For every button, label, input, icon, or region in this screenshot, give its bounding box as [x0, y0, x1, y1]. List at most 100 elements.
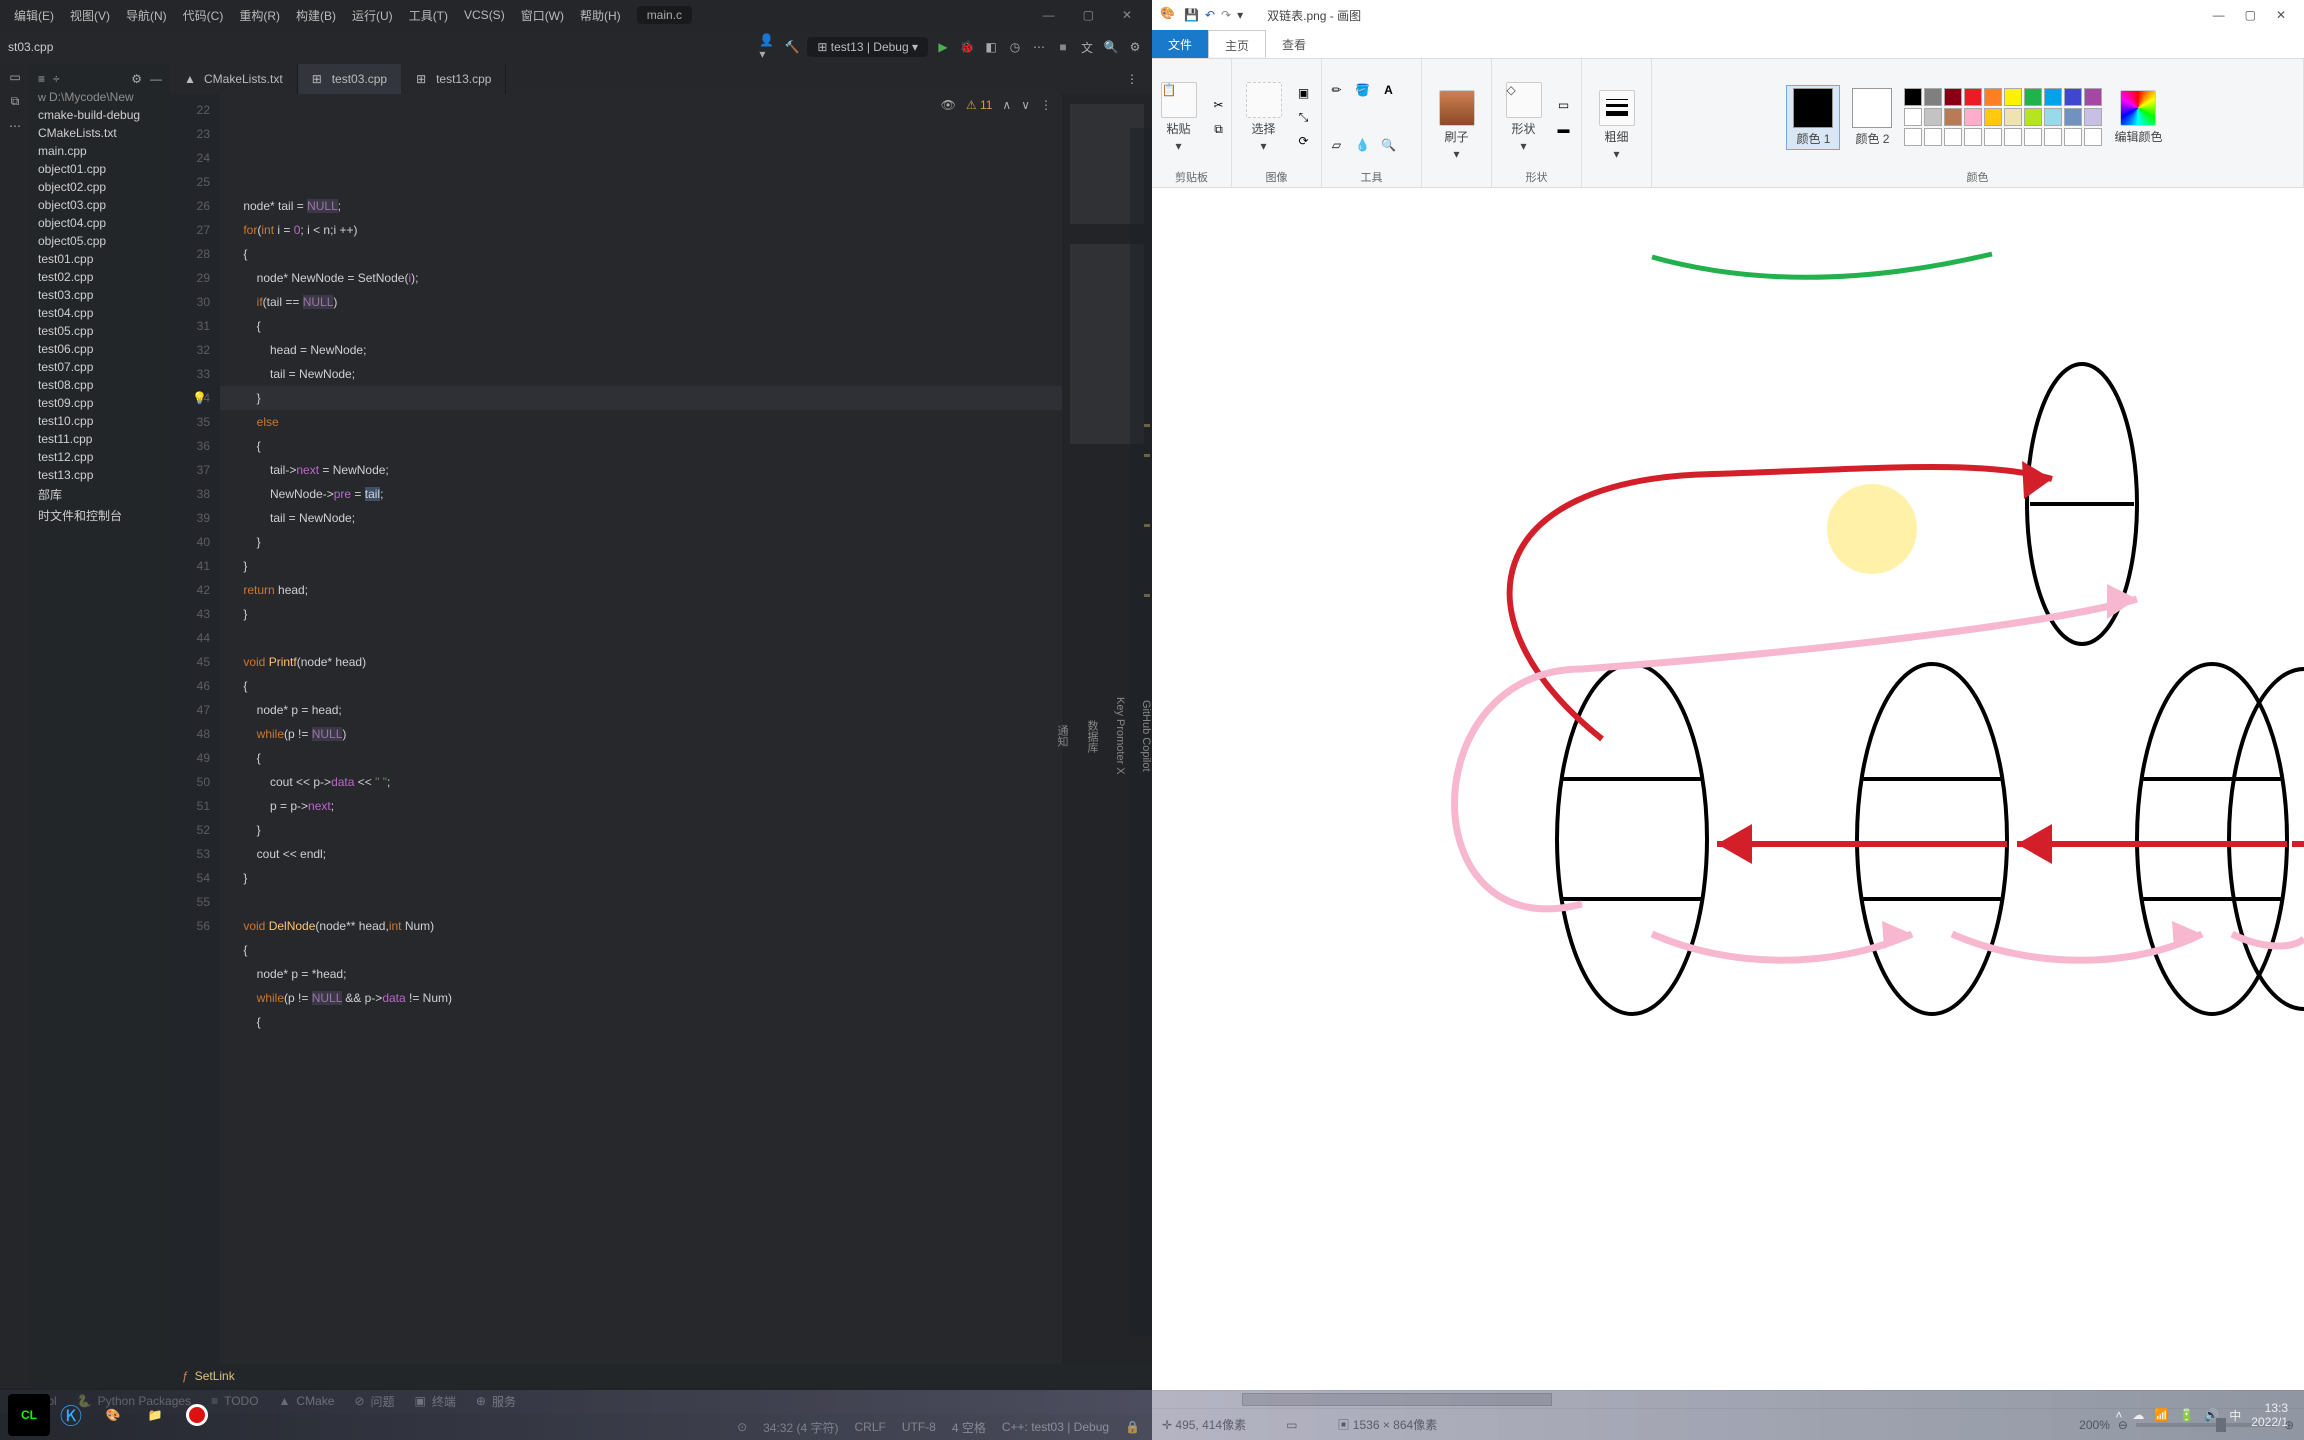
- color-swatch[interactable]: [2084, 108, 2102, 126]
- tree-item[interactable]: test10.cpp: [34, 412, 166, 430]
- color-swatch[interactable]: [2004, 108, 2022, 126]
- color-swatch[interactable]: [1904, 128, 1922, 146]
- tree-item[interactable]: object02.cpp: [34, 178, 166, 196]
- maximize-icon[interactable]: ▢: [1069, 4, 1108, 26]
- tree-item[interactable]: test04.cpp: [34, 304, 166, 322]
- paint-canvas[interactable]: [1152, 188, 2304, 1390]
- color-swatch[interactable]: [2024, 128, 2042, 146]
- more-icon[interactable]: ⋯: [9, 119, 21, 133]
- menu-item[interactable]: 构建(B): [288, 3, 344, 28]
- tree-item[interactable]: test02.cpp: [34, 268, 166, 286]
- tree-item[interactable]: test12.cpp: [34, 448, 166, 466]
- hammer-icon[interactable]: 🔨: [783, 38, 801, 56]
- rotate-icon[interactable]: ⟳: [1294, 131, 1314, 151]
- color-swatch[interactable]: [2064, 88, 2082, 106]
- picker-icon[interactable]: 💧: [1353, 135, 1373, 155]
- bulb-icon[interactable]: 💡: [192, 386, 207, 410]
- resize-icon[interactable]: ⤡: [1294, 107, 1314, 127]
- tree-item[interactable]: test09.cpp: [34, 394, 166, 412]
- close-icon[interactable]: ✕: [2276, 8, 2286, 22]
- color-swatch[interactable]: [1964, 108, 1982, 126]
- wifi-icon[interactable]: 📶: [2154, 1408, 2169, 1422]
- battery-icon[interactable]: 🔋: [2179, 1408, 2194, 1422]
- color-swatch[interactable]: [1984, 128, 2002, 146]
- undo-icon[interactable]: ↶: [1205, 8, 1215, 22]
- run-config-dropdown[interactable]: ⊞ test13 | Debug ▾: [807, 37, 928, 57]
- database-icon[interactable]: 数据库: [1084, 720, 1100, 753]
- qat-dropdown-icon[interactable]: ▾: [1237, 8, 1243, 22]
- tree-item[interactable]: object03.cpp: [34, 196, 166, 214]
- clion-taskbar-icon[interactable]: CL: [8, 1394, 50, 1436]
- select-button[interactable]: 选择▾: [1240, 80, 1288, 155]
- menu-item[interactable]: 运行(U): [344, 3, 401, 28]
- color-swatch[interactable]: [1924, 128, 1942, 146]
- kugou-taskbar-icon[interactable]: Ⓚ: [50, 1394, 92, 1436]
- pencil-icon[interactable]: ✏: [1327, 80, 1347, 100]
- attach-icon[interactable]: ⋯: [1030, 38, 1048, 56]
- color-swatch[interactable]: [1964, 128, 1982, 146]
- up-icon[interactable]: ∧: [1002, 98, 1011, 112]
- tree-item[interactable]: test07.cpp: [34, 358, 166, 376]
- menu-item[interactable]: 导航(N): [118, 3, 175, 28]
- debug-icon[interactable]: 🐞: [958, 38, 976, 56]
- color-swatch[interactable]: [1944, 128, 1962, 146]
- tree-item[interactable]: test03.cpp: [34, 286, 166, 304]
- color-swatch[interactable]: [2084, 128, 2102, 146]
- record-taskbar-icon[interactable]: [176, 1394, 218, 1436]
- copilot-icon[interactable]: GitHub Copilot: [1140, 700, 1152, 772]
- color-swatch[interactable]: [2084, 88, 2102, 106]
- tree-item[interactable]: main.cpp: [34, 142, 166, 160]
- user-icon[interactable]: 👤▾: [759, 38, 777, 56]
- tab-view[interactable]: 查看: [1266, 30, 1322, 58]
- expand-icon[interactable]: ≡: [38, 72, 45, 86]
- tree-item[interactable]: cmake-build-debug: [34, 106, 166, 124]
- more-icon[interactable]: ⋮: [1040, 98, 1052, 112]
- translate-icon[interactable]: 文: [1078, 38, 1096, 56]
- key-promoter-icon[interactable]: Key Promoter X: [1114, 697, 1126, 775]
- tree-item[interactable]: test11.cpp: [34, 430, 166, 448]
- menu-item[interactable]: 工具(T): [401, 3, 456, 28]
- color-swatch[interactable]: [1984, 88, 2002, 106]
- color-swatch[interactable]: [1944, 88, 1962, 106]
- fill-icon[interactable]: 🪣: [1353, 80, 1373, 100]
- color-swatch[interactable]: [2024, 88, 2042, 106]
- breadcrumb[interactable]: ƒ SetLink: [170, 1364, 1152, 1388]
- minimize-icon[interactable]: —: [2213, 8, 2225, 22]
- eraser-icon[interactable]: ▱: [1327, 135, 1347, 155]
- edit-colors-button[interactable]: 编辑颜色: [2108, 88, 2168, 147]
- tree-item[interactable]: test13.cpp: [34, 466, 166, 484]
- tree-item[interactable]: test05.cpp: [34, 322, 166, 340]
- zoom-icon[interactable]: 🔍: [1379, 135, 1399, 155]
- color2-button[interactable]: 颜色 2: [1846, 86, 1898, 149]
- gear-icon[interactable]: ⚙: [1126, 38, 1144, 56]
- volume-icon[interactable]: 🔊: [2204, 1408, 2219, 1422]
- title-combo[interactable]: main.c: [637, 6, 692, 24]
- redo-icon[interactable]: ↷: [1221, 8, 1231, 22]
- tab-overflow-icon[interactable]: ⋮: [1112, 64, 1152, 94]
- save-icon[interactable]: 💾: [1184, 8, 1199, 22]
- stop-icon[interactable]: ■: [1054, 38, 1072, 56]
- thickness-button[interactable]: 粗细▾: [1593, 88, 1641, 163]
- cut-icon[interactable]: ✂: [1209, 95, 1229, 115]
- tree-item[interactable]: test01.cpp: [34, 250, 166, 268]
- color-swatch[interactable]: [2024, 108, 2042, 126]
- tray-up-icon[interactable]: ˄: [2115, 1408, 2122, 1422]
- color-swatch[interactable]: [1924, 88, 1942, 106]
- color-swatch[interactable]: [2064, 108, 2082, 126]
- coverage-icon[interactable]: ◧: [982, 38, 1000, 56]
- menu-item[interactable]: 代码(C): [175, 3, 232, 28]
- copy-icon[interactable]: ⧉: [1209, 119, 1229, 139]
- profile-icon[interactable]: ◷: [1006, 38, 1024, 56]
- color-swatch[interactable]: [1984, 108, 2002, 126]
- ime-indicator[interactable]: 中: [2229, 1407, 2241, 1424]
- color-swatch[interactable]: [1904, 108, 1922, 126]
- maximize-icon[interactable]: ▢: [2245, 8, 2256, 22]
- text-icon[interactable]: A: [1379, 80, 1399, 100]
- brush-button[interactable]: 刷子▾: [1433, 88, 1481, 163]
- color-swatch[interactable]: [2064, 128, 2082, 146]
- project-icon[interactable]: ▭: [9, 70, 20, 84]
- menu-item[interactable]: 窗口(W): [513, 3, 572, 28]
- tree-item[interactable]: 时文件和控制台: [34, 505, 166, 526]
- color-swatch[interactable]: [2044, 128, 2062, 146]
- crop-icon[interactable]: ▣: [1294, 83, 1314, 103]
